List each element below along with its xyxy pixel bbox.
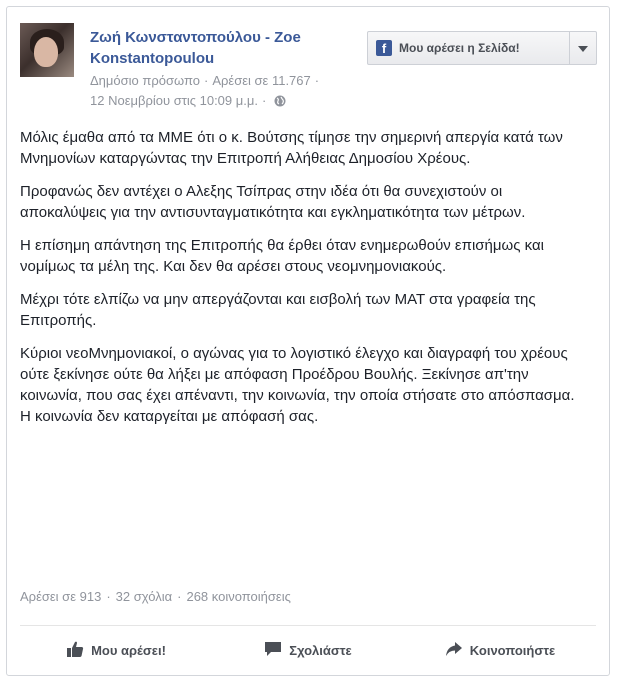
post-paragraph: Κύριοι νεοΜνημονιακοί, ο αγώνας για το λ…: [20, 345, 575, 425]
comment-icon: [264, 641, 289, 660]
post-stats: Αρέσει σε 913 · 32 σχόλια · 268 κοινοποιήσει…: [20, 589, 291, 604]
post-body: Μόλις έμαθα από τα ΜΜΕ ότι ο κ. Βούτσης …: [20, 127, 588, 439]
like-label: Μου αρέσει!: [91, 642, 166, 658]
like-page-button: f Μου αρέσει η Σελίδα!: [367, 31, 597, 65]
meta-separator: ·: [261, 93, 267, 108]
post-paragraph: Μέχρι τότε ελπίζω να μην απεργάζονται κα…: [20, 291, 536, 329]
post-header: Ζωή Κωνσταντοπούλου - Zoe Konstantopoulo…: [20, 23, 597, 123]
post-paragraph: Η επίσημη απάντηση της Επιτροπής θα έρθε…: [20, 237, 544, 275]
caret-down-icon: [578, 39, 588, 57]
divider: [20, 625, 596, 626]
like-page-dropdown[interactable]: [569, 32, 596, 64]
page-likes-count[interactable]: Αρέσει σε 11.767: [212, 73, 310, 88]
page-category: Δημόσιο πρόσωπο: [90, 73, 200, 88]
stats-separator: ·: [177, 589, 182, 604]
post-card: Ζωή Κωνσταντοπούλου - Zoe Konstantopoulo…: [6, 6, 610, 676]
avatar-face: [34, 37, 58, 67]
page-name-link[interactable]: Ζωή Κωνσταντοπούλου - Zoe Konstantopoulo…: [90, 27, 360, 69]
stats-separator: ·: [106, 589, 111, 604]
post-timestamp[interactable]: 12 Νοεμβρίου στις 10:09 μ.μ.: [90, 93, 258, 108]
post-meta: Δημόσιο πρόσωπο · Αρέσει σε 11.767 · 12 Νοε…: [90, 71, 380, 113]
meta-separator: ·: [204, 73, 209, 88]
like-button[interactable]: Μου αρέσει!: [20, 627, 212, 673]
post-paragraph: Προφανώς δεν αντέχει ο Αλεξης Τσίπρας στ…: [20, 183, 526, 221]
action-bar: Μου αρέσει! Σχολιάστε Κοινοποιήστε: [20, 627, 596, 673]
likes-count[interactable]: Αρέσει σε 913: [20, 589, 101, 604]
comment-label: Σχολιάστε: [289, 642, 352, 658]
shares-count[interactable]: 268 κοινοποιήσεις: [186, 589, 290, 604]
comments-count[interactable]: 32 σχόλια: [116, 589, 172, 604]
meta-separator: ·: [314, 73, 320, 88]
facebook-icon: f: [376, 40, 392, 56]
share-button[interactable]: Κοινοποιήστε: [404, 627, 596, 673]
comment-button[interactable]: Σχολιάστε: [212, 627, 404, 673]
avatar[interactable]: [20, 23, 74, 77]
globe-icon: [274, 93, 286, 113]
share-arrow-icon: [445, 641, 470, 660]
share-label: Κοινοποιήστε: [469, 642, 556, 658]
like-page-main[interactable]: f Μου αρέσει η Σελίδα!: [368, 32, 569, 64]
thumbs-up-icon: [66, 640, 91, 661]
like-page-label: Μου αρέσει η Σελίδα!: [399, 41, 520, 55]
post-paragraph: Μόλις έμαθα από τα ΜΜΕ ότι ο κ. Βούτσης …: [20, 129, 563, 167]
